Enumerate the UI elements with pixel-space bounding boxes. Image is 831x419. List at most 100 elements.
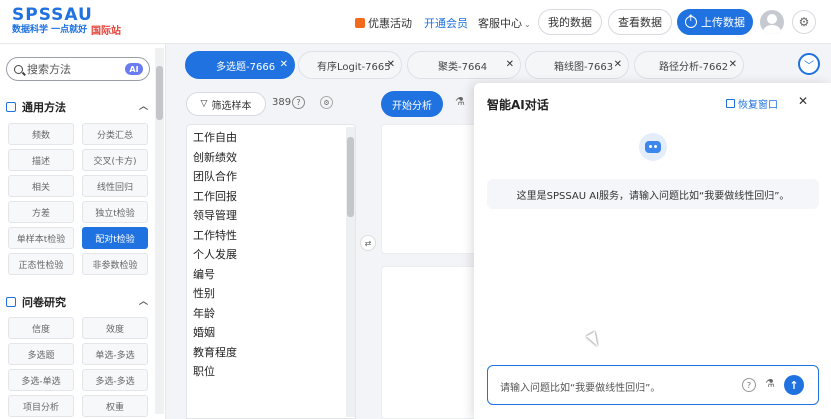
section-questionnaire[interactable]: 问卷研究 ︿ <box>6 294 148 310</box>
search-icon <box>14 64 23 74</box>
logo[interactable]: SPSSAU 数据科学 一点就好 国际站 <box>12 5 121 37</box>
variable-item[interactable]: 婚姻 <box>193 323 343 343</box>
method-search-input[interactable]: 搜索方法 AI <box>6 57 150 81</box>
ai-chat-panel: 智能AI对话 恢复窗口 ✕ 这里是SPSSAU AI服务，请输入问题比如“我要做… <box>474 83 831 419</box>
variable-item[interactable]: 工作自由 <box>193 128 343 148</box>
chevron-down-icon: ⌄ <box>524 20 531 29</box>
chevron-up-icon: ︿ <box>138 297 148 307</box>
method-item-active[interactable]: 配对t检验 <box>82 227 148 249</box>
start-analysis-button[interactable]: 开始分析 <box>381 91 443 117</box>
avatar[interactable] <box>760 10 784 34</box>
analysis-tab[interactable]: 聚类-7664 ✕ <box>407 51 521 79</box>
sidebar-scrollbar[interactable] <box>155 48 164 414</box>
tab-label: 聚类-7664 <box>438 61 488 73</box>
my-data-button[interactable]: 我的数据 <box>538 9 602 35</box>
close-icon[interactable]: ✕ <box>280 59 288 70</box>
variable-scrollbar[interactable] <box>346 127 355 417</box>
method-item[interactable]: 权重 <box>82 395 148 417</box>
variable-item[interactable]: 领导管理 <box>193 206 343 226</box>
analysis-tab[interactable]: 路径分析-7662 ✕ <box>634 51 744 79</box>
ai-chat-input[interactable]: 请输入问题比如“我要做线性回归”。 ? ⚗ ↑ <box>487 365 819 405</box>
analysis-tab[interactable]: 多选题-7666 ✕ <box>185 51 295 79</box>
search-placeholder: 搜索方法 <box>27 63 71 76</box>
scrollbar-thumb[interactable] <box>156 66 163 120</box>
chevron-down-icon[interactable]: ﹀ <box>798 53 820 75</box>
method-item[interactable]: 单样本t检验 <box>8 227 74 249</box>
variable-item[interactable]: 工作特性 <box>193 226 343 246</box>
close-icon[interactable]: ✕ <box>387 59 395 70</box>
variable-item[interactable]: 创新绩效 <box>193 148 343 168</box>
chevron-up-icon: ︿ <box>138 102 148 112</box>
analysis-tab[interactable]: 箱线图-7663 ✕ <box>525 51 629 79</box>
close-icon[interactable]: ✕ <box>614 59 622 70</box>
view-data-button[interactable]: 查看数据 <box>608 9 672 35</box>
variable-list: 工作自由 创新绩效 团队合作 工作回报 领导管理 工作特性 个人发展 编号 性别… <box>193 128 343 382</box>
variable-item[interactable]: 工作回报 <box>193 187 343 207</box>
section-title: 问卷研究 <box>22 296 66 309</box>
service-center-menu[interactable]: 客服中心 ⌄ <box>478 15 531 31</box>
method-item[interactable]: 单选-多选 <box>82 343 148 365</box>
tab-label: 有序Logit-7665 <box>317 61 391 73</box>
intl-site-link[interactable]: 国际站 <box>91 27 121 37</box>
method-item[interactable]: 交叉(卡方) <box>82 149 148 171</box>
flask-icon[interactable]: ⚗ <box>765 377 775 390</box>
help-icon[interactable]: ? <box>292 96 305 109</box>
section-general-methods[interactable]: 通用方法 ︿ <box>6 99 148 115</box>
variable-item[interactable]: 性别 <box>193 284 343 304</box>
variable-item[interactable]: 职位 <box>193 362 343 382</box>
gear-icon[interactable]: ⚙ <box>320 96 333 109</box>
filter-label: 筛选样本 <box>211 100 252 112</box>
method-item[interactable]: 正态性检验 <box>8 253 74 275</box>
method-item[interactable]: 多选-多选 <box>82 369 148 391</box>
gear-icon[interactable]: ⚙ <box>792 10 816 34</box>
flask-icon[interactable]: ⚗ <box>455 95 465 108</box>
method-item[interactable]: 多选题 <box>8 343 74 365</box>
top-header: SPSSAU 数据科学 一点就好 国际站 优惠活动 开通会员 客服中心 ⌄ 我的数… <box>0 0 831 44</box>
method-item[interactable]: 效度 <box>82 317 148 339</box>
scrollbar-thumb[interactable] <box>347 137 354 217</box>
method-item[interactable]: 线性回归 <box>82 175 148 197</box>
analysis-tabs: 多选题-7666 ✕ 有序Logit-7665 ✕ 聚类-7664 ✕ 箱线图-… <box>180 47 830 83</box>
upload-data-button[interactable]: 上传数据 <box>677 9 753 35</box>
method-item[interactable]: 项目分析 <box>8 395 74 417</box>
method-item[interactable]: 描述 <box>8 149 74 171</box>
variable-item[interactable]: 团队合作 <box>193 167 343 187</box>
method-item[interactable]: 非参数检验 <box>82 253 148 275</box>
help-icon[interactable]: ? <box>742 378 756 392</box>
variable-item[interactable]: 教育程度 <box>193 343 343 363</box>
close-icon[interactable]: ✕ <box>798 94 808 108</box>
method-item[interactable]: 分类汇总 <box>82 123 148 145</box>
promo-link[interactable]: 优惠活动 <box>355 15 412 31</box>
method-item[interactable]: 相关 <box>8 175 74 197</box>
robot-icon <box>639 133 667 161</box>
section-icon <box>6 102 16 112</box>
variable-item[interactable]: 编号 <box>193 265 343 285</box>
variable-item[interactable]: 个人发展 <box>193 245 343 265</box>
method-item[interactable]: 方差 <box>8 201 74 223</box>
service-label: 客服中心 <box>478 17 522 30</box>
close-icon[interactable]: ✕ <box>506 59 514 70</box>
ai-chat-title: 智能AI对话 <box>487 98 549 112</box>
questionnaire-grid: 信度 效度 多选题 单选-多选 多选-单选 多选-多选 项目分析 权重 <box>8 317 150 417</box>
method-item[interactable]: 独立t检验 <box>82 201 148 223</box>
section-icon <box>6 297 16 307</box>
send-button[interactable]: ↑ <box>784 375 804 395</box>
variable-item[interactable]: 年龄 <box>193 304 343 324</box>
restore-label: 恢复窗口 <box>738 100 778 111</box>
brand-name: SPSSAU <box>12 5 93 25</box>
close-icon[interactable]: ✕ <box>729 59 737 70</box>
section-title: 通用方法 <box>22 101 66 114</box>
vip-link[interactable]: 开通会员 <box>424 15 468 31</box>
analysis-tab[interactable]: 有序Logit-7665 ✕ <box>298 51 402 79</box>
upload-icon <box>685 14 697 28</box>
method-item[interactable]: 频数 <box>8 123 74 145</box>
swap-icon[interactable]: ⇄ <box>360 235 376 251</box>
ai-badge[interactable]: AI <box>125 63 143 75</box>
filter-sample-button[interactable]: ▽ 筛选样本 <box>186 92 266 116</box>
restore-window-button[interactable]: 恢复窗口 <box>726 96 778 111</box>
tab-label: 箱线图-7663 <box>554 61 614 73</box>
gift-icon <box>355 18 365 28</box>
brand-slogan: 数据科学 一点就好 <box>12 25 88 35</box>
method-item[interactable]: 信度 <box>8 317 74 339</box>
method-item[interactable]: 多选-单选 <box>8 369 74 391</box>
